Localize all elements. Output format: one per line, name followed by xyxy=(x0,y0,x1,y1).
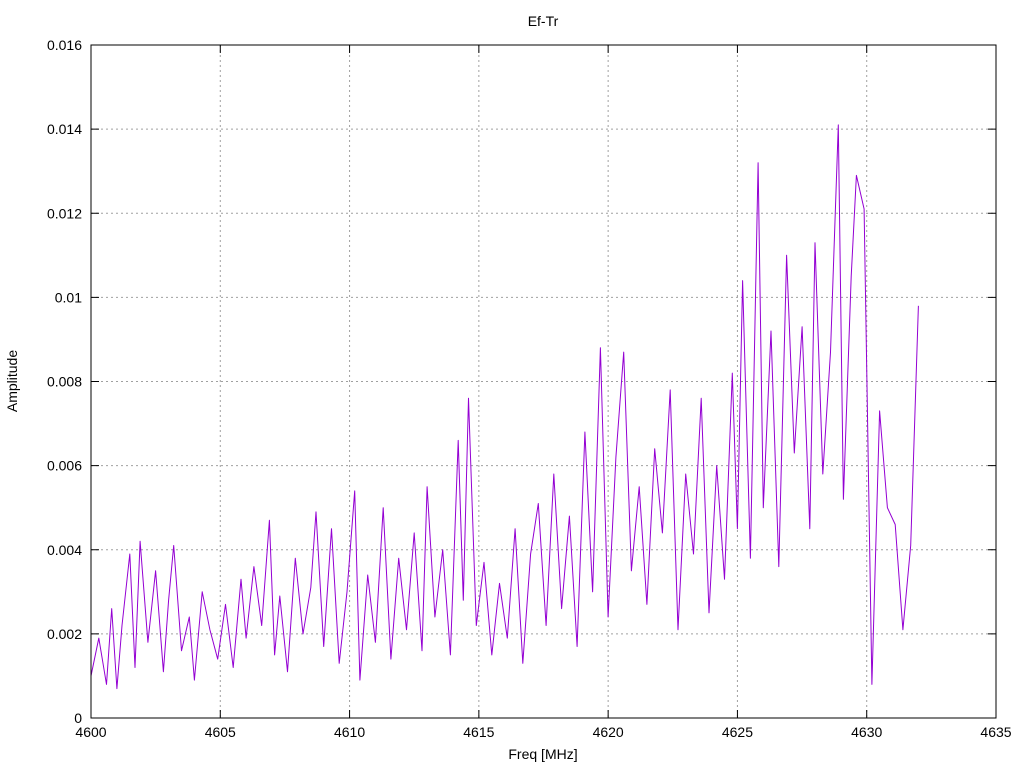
x-tick-label: 4600 xyxy=(75,724,106,740)
x-tick-label: 4615 xyxy=(463,724,494,740)
x-tick-label: 4625 xyxy=(722,724,753,740)
y-tick-label: 0.016 xyxy=(47,37,82,53)
y-tick-label: 0.014 xyxy=(47,121,82,137)
x-tick-label: 4635 xyxy=(980,724,1011,740)
series-path xyxy=(90,124,919,690)
series-line xyxy=(90,124,919,690)
y-tick-label: 0.01 xyxy=(55,289,82,305)
chart-title: Ef-Tr xyxy=(528,13,559,29)
x-tick-label: 4605 xyxy=(205,724,236,740)
y-tick-label: 0.008 xyxy=(47,374,82,390)
y-tick-label: 0.012 xyxy=(47,205,82,221)
x-axis-label: Freq [MHz] xyxy=(508,746,577,762)
y-tick-label: 0.006 xyxy=(47,458,82,474)
chart: Ef-Tr 4600 4605 4610 4615 4620 4625 4630 4635 0… xyxy=(4,13,1012,762)
y-tick-label: 0 xyxy=(74,710,82,726)
y-axis-label: Amplitude xyxy=(4,350,20,412)
x-tick-label: 4610 xyxy=(334,724,365,740)
x-tick-label: 4620 xyxy=(593,724,624,740)
x-tick-labels: 4600 4605 4610 4615 4620 4625 4630 4635 xyxy=(75,724,1011,740)
x-tick-label: 4630 xyxy=(851,724,882,740)
y-tick-labels: 0 0.002 0.004 0.006 0.008 0.01 0.012 0.014 0.016 xyxy=(47,37,82,726)
y-tick-label: 0.002 xyxy=(47,626,82,642)
y-tick-label: 0.004 xyxy=(47,542,82,558)
